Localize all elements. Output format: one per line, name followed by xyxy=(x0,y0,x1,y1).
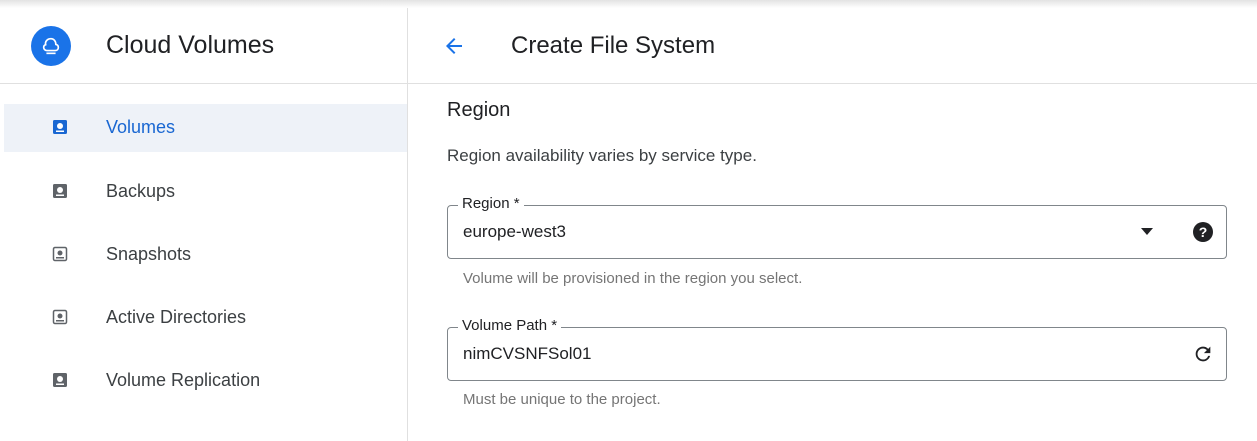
region-select[interactable]: Region * europe-west3 ? xyxy=(447,195,1227,259)
backup-icon xyxy=(53,184,67,198)
volume-path-hint: Must be unique to the project. xyxy=(463,391,661,408)
region-hint: Volume will be provisioned in the region… xyxy=(463,270,803,287)
product-title: Cloud Volumes xyxy=(106,31,275,59)
snapshot-icon xyxy=(52,246,68,262)
volume-path-input[interactable]: Volume Path * nimCVSNFSol01 xyxy=(447,317,1227,381)
sidebar-item-volumes[interactable]: Volumes xyxy=(4,104,407,152)
main-panel: Create File System Region Region availab… xyxy=(408,8,1257,441)
arrow-back-icon xyxy=(446,38,462,54)
region-field-value: europe-west3 xyxy=(463,222,567,241)
back-button[interactable] xyxy=(436,28,472,64)
sidebar-header: Cloud Volumes xyxy=(0,8,407,84)
sidebar-item-active-directories[interactable]: Active Directories xyxy=(4,294,407,342)
active-directory-icon xyxy=(52,309,68,325)
sidebar-item-label: Backups xyxy=(106,181,176,201)
dropdown-arrow-icon[interactable] xyxy=(1141,228,1153,235)
sidebar-item-label: Volumes xyxy=(106,117,176,137)
volume-icon xyxy=(53,120,67,134)
top-shadow xyxy=(0,0,1257,8)
sidebar-item-label: Snapshots xyxy=(106,244,192,264)
section-title: Region xyxy=(447,99,511,121)
refresh-icon[interactable] xyxy=(1192,343,1214,365)
sidebar-item-snapshots[interactable]: Snapshots xyxy=(4,231,407,279)
page-header: Create File System xyxy=(408,8,1257,84)
volume-path-field-label: Volume Path * xyxy=(458,317,562,334)
sidebar-item-label: Volume Replication xyxy=(106,370,261,390)
cloud-volumes-logo-icon xyxy=(31,26,71,66)
sidebar: Cloud Volumes Volumes Backups Snapshots xyxy=(0,8,407,441)
sidebar-item-label: Active Directories xyxy=(106,307,247,327)
sidebar-item-backups[interactable]: Backups xyxy=(4,168,407,216)
volume-path-field-value: nimCVSNFSol01 xyxy=(463,344,592,363)
page-title: Create File System xyxy=(511,32,716,59)
region-field-label: Region * xyxy=(458,195,524,212)
replication-icon xyxy=(53,373,67,387)
sidebar-item-volume-replication[interactable]: Volume Replication xyxy=(4,357,407,405)
help-icon[interactable]: ? xyxy=(1193,222,1213,242)
section-description: Region availability varies by service ty… xyxy=(447,146,757,165)
